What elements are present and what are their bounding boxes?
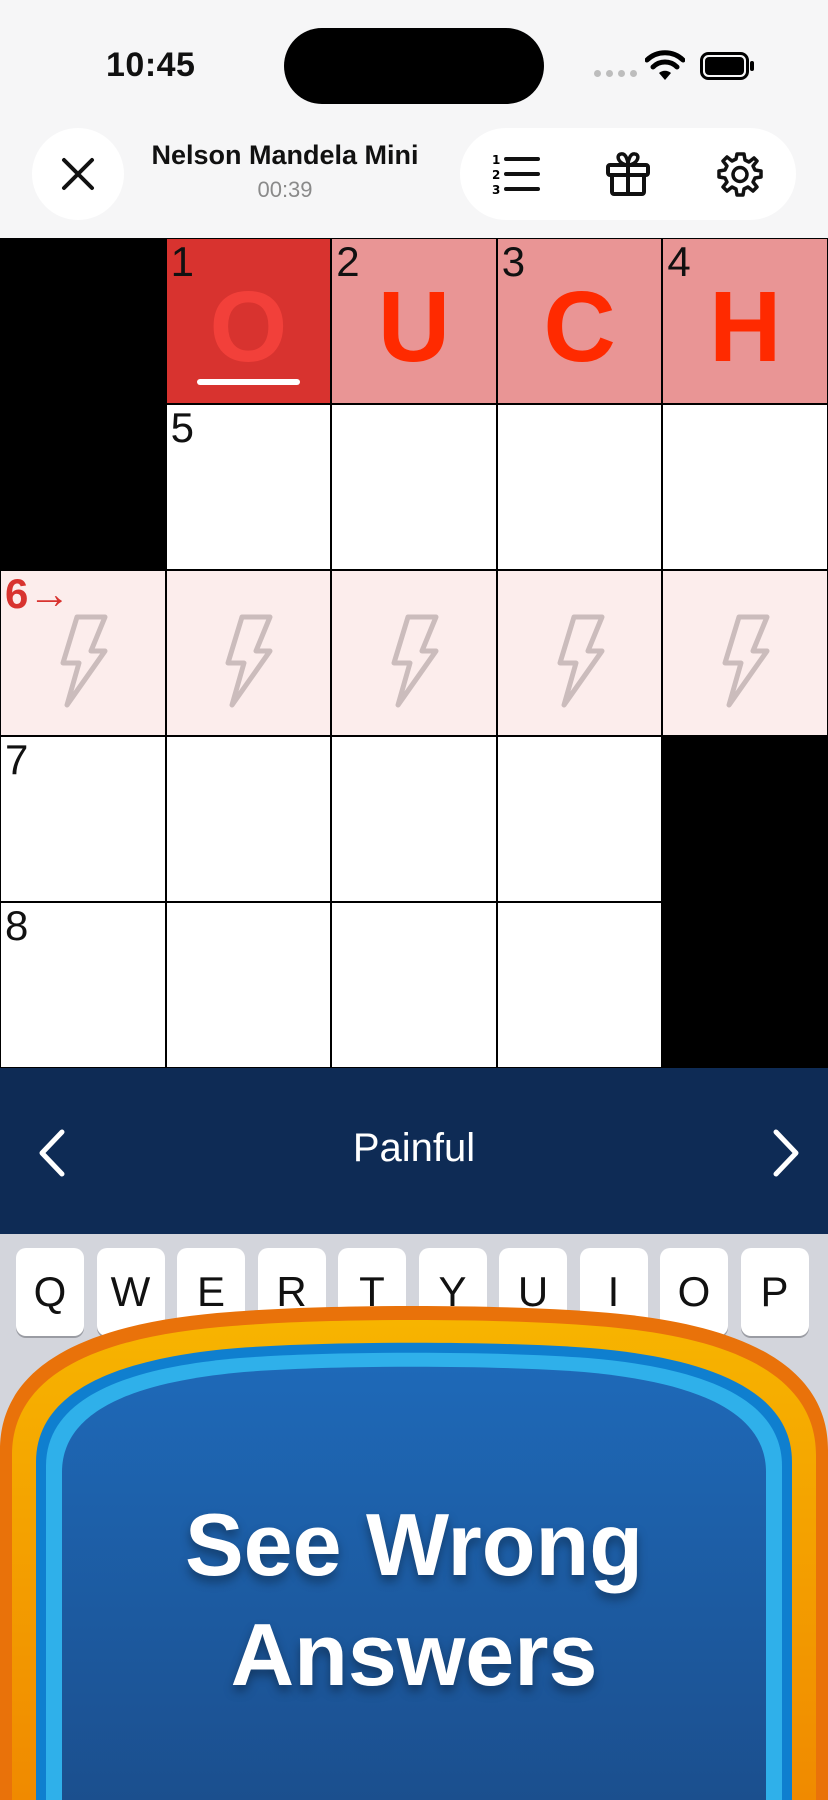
grid-block	[0, 238, 166, 404]
grid-cell[interactable]	[165, 736, 332, 902]
gear-icon	[717, 152, 763, 197]
title-block: Nelson Mandela Mini 00:39	[140, 140, 430, 203]
numbered-list-icon: 1 2 3	[492, 153, 540, 196]
gift-icon	[606, 152, 650, 196]
previous-clue-button[interactable]	[20, 1118, 90, 1188]
grid-cell[interactable]	[165, 902, 332, 1068]
grid-block	[662, 902, 828, 1068]
clue-list-button[interactable]: 1 2 3	[486, 144, 546, 204]
puzzle-title: Nelson Mandela Mini	[151, 140, 419, 170]
grid-cell[interactable]	[331, 570, 497, 736]
cellular-signal-icon	[594, 70, 637, 77]
clue-bar: Painful	[0, 1068, 828, 1234]
next-clue-button[interactable]	[748, 1118, 818, 1188]
status-time: 10:45	[106, 46, 196, 84]
grid-cell[interactable]	[496, 570, 663, 736]
promo-banner[interactable]: See Wrong Answers	[0, 1290, 828, 1800]
grid-cell[interactable]	[331, 902, 497, 1068]
bolt-icon	[225, 614, 273, 708]
status-bar: 10:45	[0, 0, 828, 120]
close-button[interactable]	[32, 128, 124, 220]
grid-cell[interactable]	[331, 404, 497, 570]
bolt-icon	[557, 614, 605, 708]
cell-letter: U	[377, 271, 451, 383]
grid-cell[interactable]	[496, 404, 663, 570]
grid-block	[0, 404, 166, 570]
close-icon	[62, 158, 94, 190]
settings-button[interactable]	[710, 144, 770, 204]
bolt-icon	[391, 614, 439, 708]
promo-title-line2: Answers	[230, 1605, 598, 1704]
cell-number: 5	[170, 404, 194, 451]
bolt-icon	[722, 614, 770, 708]
grid-cell[interactable]: 7	[0, 736, 166, 902]
grid-cell[interactable]	[662, 404, 828, 570]
gift-button[interactable]	[598, 144, 658, 204]
cell-number: 7	[5, 736, 29, 783]
svg-text:3: 3	[492, 183, 500, 196]
grid-block	[662, 736, 828, 902]
grid-cell[interactable]: 5	[165, 404, 332, 570]
wifi-icon	[645, 50, 685, 80]
grid-cell[interactable]	[165, 570, 332, 736]
promo-title: See Wrong Answers	[0, 1490, 828, 1710]
cell-number: 8	[5, 902, 29, 949]
grid-cell[interactable]: 8	[0, 902, 166, 1068]
cell-letter: H	[709, 271, 782, 383]
cell-letter: O	[209, 271, 288, 383]
puzzle-header: Nelson Mandela Mini 00:39 1 2 3	[0, 120, 828, 238]
grid-cell[interactable]: 3C	[496, 238, 663, 404]
grid-cell[interactable]: 1O	[165, 238, 332, 404]
promo-title-line1: See Wrong	[184, 1495, 643, 1594]
clue-text: Painful	[352, 1126, 476, 1170]
cursor-underline	[196, 379, 301, 385]
toolbar: 1 2 3	[460, 128, 796, 220]
cell-letter: C	[543, 271, 616, 383]
svg-text:1: 1	[492, 153, 500, 167]
grid-cell[interactable]	[662, 570, 828, 736]
bolt-icon	[60, 614, 108, 708]
grid-cell[interactable]: 6→	[0, 570, 166, 736]
svg-text:2: 2	[492, 168, 500, 182]
dynamic-island	[284, 28, 544, 104]
grid-cell[interactable]	[496, 736, 663, 902]
cell-number: 6→	[5, 570, 71, 617]
crossword-grid: 1 O 2 U 3 C 4 H 5 6→ 7 8	[0, 238, 828, 1068]
grid-cell[interactable]	[496, 902, 663, 1068]
battery-icon	[700, 52, 754, 80]
grid-cell[interactable]	[331, 736, 497, 902]
grid-cell[interactable]: 2U	[331, 238, 497, 404]
grid-cell[interactable]: 4H	[662, 238, 828, 404]
puzzle-timer: 00:39	[257, 177, 313, 202]
